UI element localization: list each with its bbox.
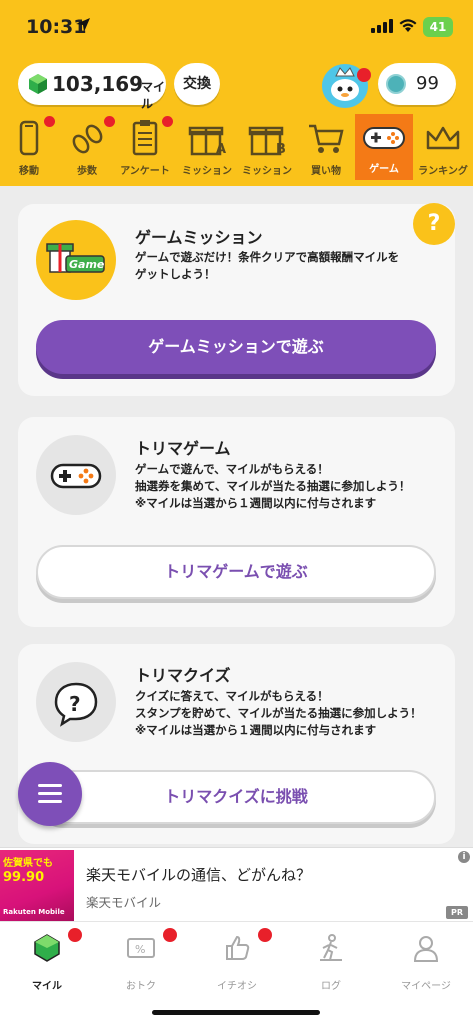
quiz-bubble-icon: ?: [54, 682, 98, 727]
svg-text:A: A: [216, 142, 226, 156]
wifi-icon: [399, 19, 417, 32]
cellular-signal-icon: [371, 19, 393, 33]
battery-level: 41: [429, 20, 447, 34]
nav-label: ログ: [321, 981, 341, 992]
gamepad-icon: [363, 127, 405, 149]
notification-dot: [357, 68, 371, 82]
quiz-icon-circle: ?: [36, 662, 116, 742]
coin-icon: [386, 74, 406, 94]
tab-shopping[interactable]: 買い物: [297, 116, 355, 180]
torima-game-title: トリマゲーム: [135, 439, 231, 458]
nav-label: マイページ: [401, 981, 451, 992]
game-mission-icon: Game: [36, 220, 116, 300]
exchange-button[interactable]: 交換: [174, 63, 220, 105]
ad-image-brand: Rakuten Mobile: [3, 908, 65, 916]
ad-image-price: 99.90: [3, 870, 45, 885]
notification-dot: [68, 928, 82, 942]
game-icon-circle: [36, 435, 116, 515]
tab-move[interactable]: 移動: [0, 116, 58, 180]
cart-icon: [309, 124, 344, 153]
tab-label: アンケート: [120, 166, 170, 177]
nav-mypage[interactable]: マイページ: [379, 932, 473, 992]
miles-balance[interactable]: 103,169 マイル: [18, 63, 166, 111]
location-arrow-icon: [76, 18, 90, 32]
home-indicator: [152, 1010, 320, 1015]
nav-label: おトク: [126, 981, 156, 992]
nav-recommend[interactable]: イチオシ: [190, 932, 284, 992]
notification-dot: [258, 928, 272, 942]
svg-text:B: B: [276, 142, 286, 156]
ad-title[interactable]: 楽天モバイルの通信、どがんね？: [86, 864, 311, 885]
help-button[interactable]: ?: [413, 203, 455, 245]
game-mission-description: ゲームで遊ぶだけ！条件クリアで高額報酬マイルを ゲットしよう！: [135, 250, 400, 281]
ad-source: 楽天モバイル: [86, 895, 162, 910]
status-bar: 10:31 41: [0, 0, 473, 56]
torima-quiz-description: クイズに答えて、マイルがもらえる！ スタンプを貯めて、マイルが当たる抽選に参加し…: [135, 689, 422, 737]
ad-image-text: 佐賀県でも: [3, 858, 53, 869]
game-icon-text: Game: [69, 258, 105, 271]
nav-deals[interactable]: % おトク: [94, 932, 188, 992]
torima-quiz-title: トリマクイズ: [135, 666, 231, 685]
nav-label: イチオシ: [217, 981, 257, 992]
gift-a-icon: A: [188, 126, 226, 156]
game-mission-card: Game ゲームミッション ゲームで遊ぶだけ！条件クリアで高額報酬マイルを ゲッ…: [18, 204, 455, 396]
game-mission-title: ゲームミッション: [135, 228, 263, 247]
notification-dot: [163, 928, 177, 942]
miles-value: 103,169: [52, 72, 144, 96]
gem-icon: [29, 74, 47, 94]
ad-banner[interactable]: 佐賀県でも 99.90 Rakuten Mobile 楽天モバイルの通信、どがん…: [0, 847, 473, 922]
miles-unit: マイル: [141, 80, 166, 111]
torima-game-card: トリマゲーム ゲームで遊んで、マイルがもらえる！ 抽選券を集めて、マイルが当たる…: [18, 417, 455, 627]
walking-icon: [320, 934, 342, 961]
thumbs-up-icon: [226, 935, 250, 960]
notification-dot: [44, 116, 55, 127]
coin-balance[interactable]: 99: [378, 63, 456, 105]
ad-image[interactable]: 佐賀県でも 99.90 Rakuten Mobile: [0, 850, 74, 922]
menu-button[interactable]: [18, 762, 82, 826]
torima-game-description: ゲームで遊んで、マイルがもらえる！ 抽選券を集めて、マイルが当たる抽選に参加しよ…: [135, 462, 411, 510]
ad-pr-badge: PR: [446, 906, 468, 919]
play-torima-game-button[interactable]: トリマゲームで遊ぶ: [36, 545, 436, 599]
try-torima-quiz-button[interactable]: トリマクイズに挑戦: [36, 770, 436, 824]
nav-miles[interactable]: マイル: [0, 932, 94, 992]
ad-info-icon[interactable]: i: [458, 851, 470, 863]
notification-dot: [162, 116, 173, 127]
svg-text:%: %: [135, 943, 145, 956]
play-game-mission-button[interactable]: ゲームミッションで遊ぶ: [36, 320, 436, 374]
gem-icon: [34, 934, 60, 962]
notification-dot: [104, 116, 115, 127]
bottom-navigation: マイル % おトク イチオシ ログ マイページ: [0, 921, 473, 1024]
coin-value: 99: [416, 73, 439, 94]
tab-ranking[interactable]: ランキング: [414, 116, 472, 180]
battery-indicator: 41: [423, 17, 453, 37]
tab-survey[interactable]: アンケート: [116, 116, 174, 180]
crown-icon: [426, 126, 460, 150]
app-header: 10:31 41 103,169 マイル 交換 99 移動 歩数 アンケート A…: [0, 0, 473, 186]
nav-log[interactable]: ログ: [284, 932, 378, 992]
svg-text:?: ?: [69, 692, 81, 716]
nav-label: マイル: [32, 981, 62, 992]
gift-b-icon: B: [248, 126, 286, 156]
torima-quiz-card: ? トリマクイズ クイズに答えて、マイルがもらえる！ スタンプを貯めて、マイルが…: [18, 644, 455, 844]
person-icon: [413, 936, 439, 962]
tab-label: ランキング: [418, 166, 468, 177]
tab-game[interactable]: ゲーム: [355, 114, 413, 180]
tab-steps[interactable]: 歩数: [58, 116, 116, 180]
tab-mission-a[interactable]: A ミッション: [178, 116, 236, 180]
gamepad-icon: [50, 463, 102, 489]
tab-mission-b[interactable]: B ミッション: [238, 116, 296, 180]
coupon-icon: %: [127, 938, 155, 958]
